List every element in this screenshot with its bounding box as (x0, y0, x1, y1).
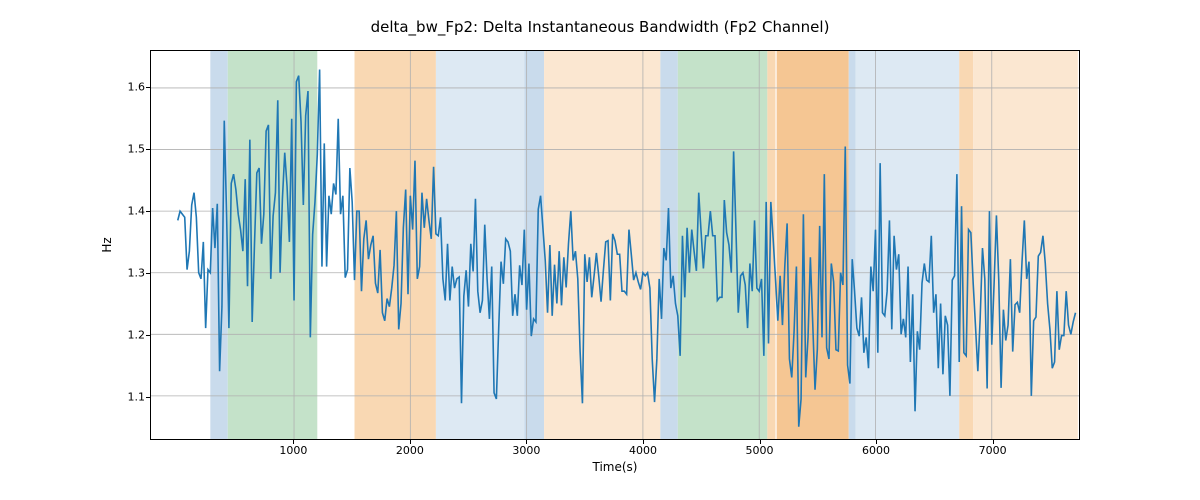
figure: delta_bw_Fp2: Delta Instantaneous Bandwi… (0, 0, 1200, 500)
chart-title: delta_bw_Fp2: Delta Instantaneous Bandwi… (0, 18, 1200, 36)
highlight-band (210, 51, 227, 439)
y-tick-label: 1.6 (128, 81, 146, 94)
plot-axes (150, 50, 1080, 440)
x-tick-label: 3000 (512, 444, 540, 457)
x-tick-label: 2000 (396, 444, 424, 457)
y-tick-label: 1.4 (128, 204, 146, 217)
x-tick-label: 1000 (279, 444, 307, 457)
y-axis-label: Hz (100, 50, 114, 440)
x-tick-label: 7000 (979, 444, 1007, 457)
y-tick-label: 1.2 (128, 328, 146, 341)
plot-svg (151, 51, 1079, 439)
x-tick-label: 5000 (746, 444, 774, 457)
y-tick-label: 1.3 (128, 266, 146, 279)
x-tick-label: 6000 (862, 444, 890, 457)
x-tick-label: 4000 (629, 444, 657, 457)
y-tick-label: 1.1 (128, 390, 146, 403)
x-axis-label: Time(s) (150, 460, 1080, 474)
highlight-band (524, 51, 544, 439)
highlight-band (856, 51, 959, 439)
highlight-band (436, 51, 524, 439)
y-tick-label: 1.5 (128, 143, 146, 156)
